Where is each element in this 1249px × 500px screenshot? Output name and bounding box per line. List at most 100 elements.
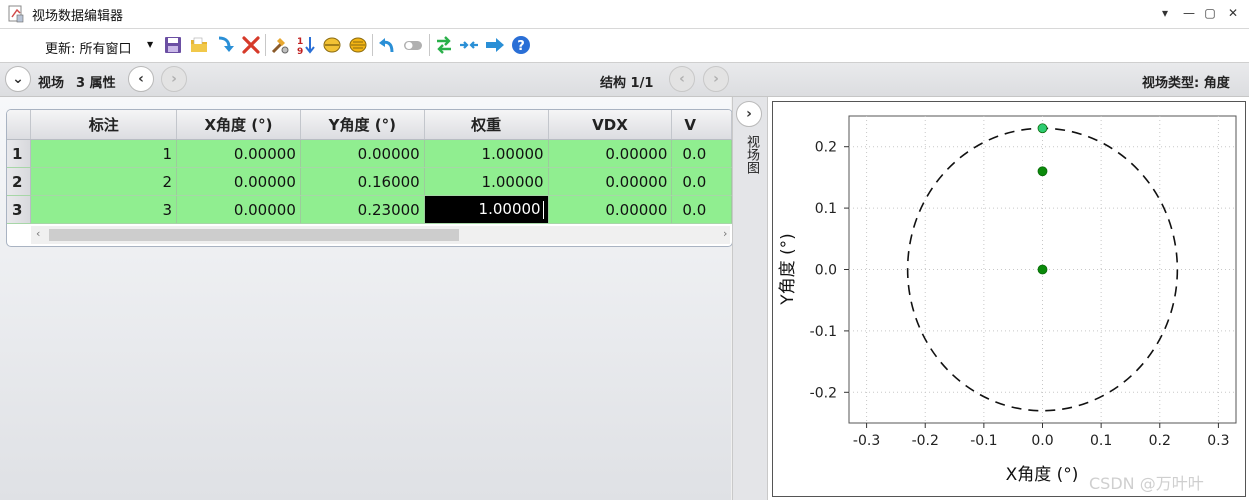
row-header[interactable]: 2 (7, 167, 32, 196)
chevron-down-icon[interactable]: ▼ (147, 40, 153, 49)
tools-icon[interactable] (270, 35, 290, 55)
import-icon[interactable] (215, 35, 235, 55)
lens-solid-icon[interactable] (348, 35, 368, 55)
collapse-plot-button[interactable]: › (736, 101, 762, 127)
delete-icon[interactable] (241, 35, 261, 55)
merge-icon[interactable] (459, 35, 479, 55)
save-icon[interactable] (163, 35, 183, 55)
window-title: 视场数据编辑器 (32, 9, 124, 24)
y-tick-label: -0.2 (810, 385, 837, 401)
cell-vdx[interactable]: 0.00000 (548, 167, 673, 196)
cell-y-angle[interactable]: 0.16000 (300, 167, 425, 196)
cell-weight[interactable]: 1.00000 (424, 167, 549, 196)
field-plot-chart[interactable]: -0.3 -0.2 -0.1 0.0 0.1 0.2 0.3 -0.2 -0.1 0.0 0.1 0… (773, 102, 1245, 496)
scroll-right-icon[interactable]: › (723, 227, 727, 240)
cell-vdy[interactable]: 0.0 (671, 195, 732, 224)
cell-label[interactable]: 3 (30, 195, 178, 224)
y-tick-label: 0.0 (815, 263, 837, 279)
svg-text:1: 1 (297, 37, 303, 47)
svg-text:?: ? (517, 39, 525, 54)
horizontal-scrollbar[interactable]: ‹ › (31, 226, 730, 244)
chevron-left-icon: ‹ (679, 71, 685, 87)
field-table: 标注 X角度 (°) Y角度 (°) 权重 VDX V 1 1 0.00000 … (7, 110, 732, 224)
cell-x-angle[interactable]: 0.00000 (176, 167, 301, 196)
panel-splitter[interactable]: › 视场图 (732, 97, 767, 500)
field-point[interactable] (1037, 166, 1048, 177)
column-header-y-angle[interactable]: Y角度 (°) (300, 110, 425, 140)
title-bar: 视场数据编辑器 ▾ — ▢ ✕ (0, 0, 1249, 29)
arrow-right-icon[interactable] (485, 35, 505, 55)
previous-property-button[interactable]: ‹ (128, 66, 154, 92)
toggle-icon[interactable] (403, 35, 423, 55)
y-axis-label: Y角度 (°) (778, 233, 798, 306)
table-row: 2 2 0.00000 0.16000 1.00000 0.00000 0.0 (7, 167, 732, 196)
help-icon[interactable]: ? (511, 35, 531, 55)
y-axis: -0.2 -0.1 0.0 0.1 0.2 (810, 140, 849, 401)
previous-structure-button[interactable]: ‹ (669, 66, 695, 92)
toolbar: 更新: 所有窗口 ▼ 19 ? (0, 29, 1249, 63)
x-tick-label: 0.2 (1149, 433, 1171, 449)
cell-label[interactable]: 2 (30, 167, 178, 196)
sort-numeric-icon[interactable]: 19 (296, 35, 316, 55)
navigation-bar: ⌄ 视场 3 属性 ‹ › 结构 1/1 ‹ › 视场类型: 角度 (0, 63, 1249, 97)
column-header-label[interactable]: 标注 (30, 110, 178, 140)
next-property-button[interactable]: › (161, 66, 187, 92)
field-data-grid: 标注 X角度 (°) Y角度 (°) 权重 VDX V 1 1 0.00000 … (6, 109, 733, 247)
cell-y-angle[interactable]: 0.00000 (300, 139, 425, 168)
cell-y-angle[interactable]: 0.23000 (300, 195, 425, 224)
property-count: 3 属性 (76, 76, 116, 91)
chevron-right-icon: › (171, 71, 177, 87)
window-menu-button[interactable]: ▾ (1156, 4, 1174, 22)
update-dropdown[interactable]: 更新: 所有窗口 (45, 38, 132, 57)
cell-weight[interactable]: 1.00000 (424, 139, 549, 168)
column-header-vdx[interactable]: VDX (548, 110, 673, 140)
maximize-button[interactable]: ▢ (1201, 4, 1219, 22)
open-folder-icon[interactable] (189, 35, 209, 55)
cell-x-angle[interactable]: 0.00000 (176, 195, 301, 224)
column-header-vdy[interactable]: V (671, 110, 732, 140)
cell-x-angle[interactable]: 0.00000 (176, 139, 301, 168)
cell-vdy[interactable]: 0.0 (671, 167, 732, 196)
table-header-row: 标注 X角度 (°) Y角度 (°) 权重 VDX V (7, 110, 732, 140)
table-row: 3 3 0.00000 0.23000 1.00000 0.00000 0.0 (7, 195, 732, 224)
field-plot-tab[interactable]: 视场图 (742, 135, 761, 174)
column-header-weight[interactable]: 权重 (424, 110, 549, 140)
chevron-down-icon: ⌄ (12, 71, 24, 87)
x-axis: -0.3 -0.2 -0.1 0.0 0.1 0.2 0.3 (853, 423, 1230, 449)
lens-icon[interactable] (322, 35, 342, 55)
scroll-left-icon[interactable]: ‹ (36, 227, 40, 240)
cell-vdx[interactable]: 0.00000 (548, 195, 673, 224)
field-point[interactable] (1037, 123, 1048, 134)
undo-icon[interactable] (377, 35, 397, 55)
cell-vdy[interactable]: 0.0 (671, 139, 732, 168)
data-panel: 标注 X角度 (°) Y角度 (°) 权重 VDX V 1 1 0.00000 … (0, 97, 733, 500)
chevron-left-icon: ‹ (138, 71, 144, 87)
x-tick-label: 0.3 (1207, 433, 1229, 449)
column-header-x-angle[interactable]: X角度 (°) (176, 110, 301, 140)
row-header[interactable]: 3 (7, 195, 32, 224)
row-header[interactable]: 1 (7, 139, 32, 168)
close-button[interactable]: ✕ (1224, 4, 1242, 22)
swap-icon[interactable] (434, 35, 454, 55)
scrollbar-thumb[interactable] (49, 229, 459, 241)
cell-vdx[interactable]: 0.00000 (548, 139, 673, 168)
chevron-right-icon: › (746, 106, 752, 122)
field-point[interactable] (1037, 264, 1048, 275)
structure-label: 结构 1/1 (600, 76, 654, 91)
toolbar-separator (265, 34, 266, 56)
cell-label[interactable]: 1 (30, 139, 178, 168)
toolbar-separator (372, 34, 373, 56)
y-tick-label: 0.2 (815, 140, 837, 156)
cell-edit-value[interactable]: 1.00000 (479, 200, 541, 218)
next-structure-button[interactable]: › (703, 66, 729, 92)
toolbar-separator (429, 34, 430, 56)
plot-panel: -0.3 -0.2 -0.1 0.0 0.1 0.2 0.3 -0.2 -0.1 0.0 0.1 0… (767, 97, 1249, 500)
corner-cell[interactable] (7, 110, 32, 140)
minimize-button[interactable]: — (1180, 4, 1198, 22)
x-tick-label: -0.1 (970, 433, 997, 449)
expand-button[interactable]: ⌄ (5, 66, 31, 92)
cell-weight-editing[interactable]: 1.00000 (424, 195, 549, 224)
watermark: CSDN @万叶叶 (1089, 474, 1204, 493)
y-tick-label: -0.1 (810, 324, 837, 340)
app-icon (8, 5, 24, 23)
